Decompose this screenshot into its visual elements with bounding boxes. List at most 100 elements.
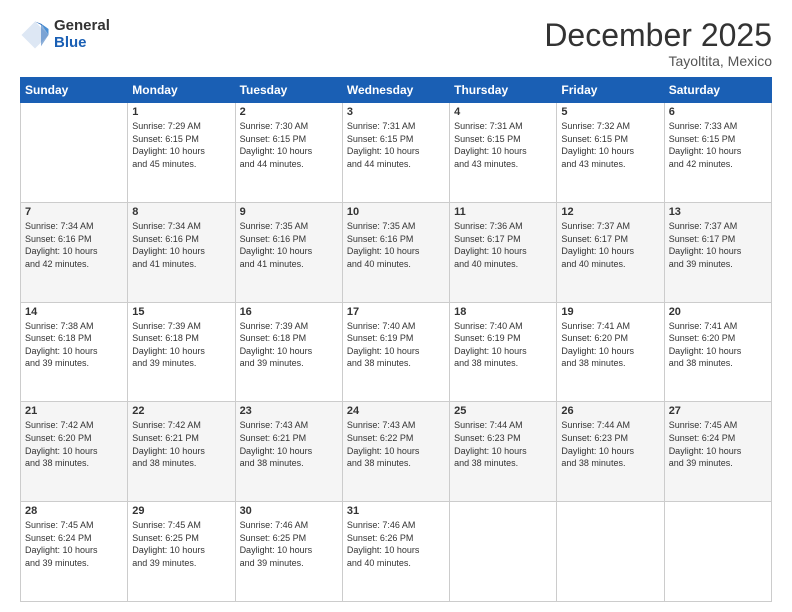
day-number: 27 [669,405,767,417]
day-info: Sunrise: 7:30 AM Sunset: 6:15 PM Dayligh… [240,120,338,170]
logo-blue-text: Blue [54,35,110,52]
day-info: Sunrise: 7:33 AM Sunset: 6:15 PM Dayligh… [669,120,767,170]
col-monday: Monday [128,78,235,103]
calendar-week-2: 7 Sunrise: 7:34 AM Sunset: 6:16 PM Daylig… [21,202,772,302]
calendar-week-5: 28Sunrise: 7:45 AM Sunset: 6:24 PM Dayli… [21,502,772,602]
calendar-cell: 7Sunrise: 7:34 AM Sunset: 6:16 PM Daylig… [21,202,128,302]
calendar-cell: 24 Sunrise: 7:43 AM Sunset: 6:22 PM Dayli… [342,402,449,502]
calendar-table: Sunday Monday Tuesday Wednesday Thursday… [20,77,772,602]
day-number: 15 [132,306,230,318]
calendar-cell: 8 Sunrise: 7:34 AM Sunset: 6:16 PM Daylig… [128,202,235,302]
col-saturday: Saturday [664,78,771,103]
calendar-cell: 25 Sunrise: 7:44 AM Sunset: 6:23 PM Dayli… [450,402,557,502]
calendar-cell: 21Sunrise: 7:42 AM Sunset: 6:20 PM Dayli… [21,402,128,502]
logo-icon [20,20,50,50]
day-info: Sunrise: 7:29 AM Sunset: 6:15 PM Dayligh… [132,120,230,170]
day-info: Sunrise: 7:43 AM Sunset: 6:21 PM Dayligh… [240,419,338,469]
calendar-cell: 9Sunrise: 7:35 AM Sunset: 6:16 PM Daylig… [235,202,342,302]
day-number: 3 [347,106,445,118]
day-number: 20 [669,306,767,318]
day-info: Sunrise: 7:43 AM Sunset: 6:22 PM Dayligh… [347,419,445,469]
logo: General Blue [20,18,110,51]
day-number: 5 [561,106,659,118]
calendar-page: General Blue December 2025 Tayoltita, Me… [0,0,792,612]
calendar-cell: 18 Sunrise: 7:40 AM Sunset: 6:19 PM Dayli… [450,302,557,402]
calendar-week-1: 1Sunrise: 7:29 AM Sunset: 6:15 PM Daylig… [21,103,772,203]
calendar-cell: 12Sunrise: 7:37 AM Sunset: 6:17 PM Dayli… [557,202,664,302]
calendar-cell: 13Sunrise: 7:37 AM Sunset: 6:17 PM Dayli… [664,202,771,302]
day-number: 13 [669,206,767,218]
col-thursday: Thursday [450,78,557,103]
day-number: 24 [347,405,445,417]
calendar-week-3: 14Sunrise: 7:38 AM Sunset: 6:18 PM Dayli… [21,302,772,402]
day-info: Sunrise: 7:42 AM Sunset: 6:21 PM Dayligh… [132,419,230,469]
calendar-cell [557,502,664,602]
day-number: 17 [347,306,445,318]
day-number: 8 [132,206,230,218]
col-wednesday: Wednesday [342,78,449,103]
day-info: Sunrise: 7:36 AM Sunset: 6:17 PM Dayligh… [454,220,552,270]
day-number: 31 [347,505,445,517]
calendar-cell: 2Sunrise: 7:30 AM Sunset: 6:15 PM Daylig… [235,103,342,203]
main-title: December 2025 [544,18,772,53]
day-info: Sunrise: 7:39 AM Sunset: 6:18 PM Dayligh… [240,320,338,370]
day-info: Sunrise: 7:35 AM Sunset: 6:16 PM Dayligh… [240,220,338,270]
day-number: 28 [25,505,123,517]
day-number: 6 [669,106,767,118]
day-info: Sunrise: 7:44 AM Sunset: 6:23 PM Dayligh… [561,419,659,469]
calendar-cell [664,502,771,602]
calendar-cell [450,502,557,602]
calendar-cell: 27 Sunrise: 7:45 AM Sunset: 6:24 PM Dayli… [664,402,771,502]
day-info: Sunrise: 7:40 AM Sunset: 6:19 PM Dayligh… [347,320,445,370]
day-number: 11 [454,206,552,218]
day-info: Sunrise: 7:46 AM Sunset: 6:25 PM Dayligh… [240,519,338,569]
day-number: 25 [454,405,552,417]
calendar-cell: 1Sunrise: 7:29 AM Sunset: 6:15 PM Daylig… [128,103,235,203]
day-info: Sunrise: 7:32 AM Sunset: 6:15 PM Dayligh… [561,120,659,170]
day-info: Sunrise: 7:40 AM Sunset: 6:19 PM Dayligh… [454,320,552,370]
calendar-cell: 26 Sunrise: 7:44 AM Sunset: 6:23 PM Dayli… [557,402,664,502]
calendar-cell [21,103,128,203]
calendar-cell: 17 Sunrise: 7:40 AM Sunset: 6:19 PM Dayli… [342,302,449,402]
day-number: 29 [132,505,230,517]
day-info: Sunrise: 7:34 AM Sunset: 6:16 PM Dayligh… [132,220,230,270]
calendar-cell: 28Sunrise: 7:45 AM Sunset: 6:24 PM Dayli… [21,502,128,602]
day-info: Sunrise: 7:39 AM Sunset: 6:18 PM Dayligh… [132,320,230,370]
top-section: General Blue December 2025 Tayoltita, Me… [20,18,772,69]
day-info: Sunrise: 7:41 AM Sunset: 6:20 PM Dayligh… [561,320,659,370]
subtitle: Tayoltita, Mexico [544,53,772,69]
day-info: Sunrise: 7:41 AM Sunset: 6:20 PM Dayligh… [669,320,767,370]
calendar-cell: 4 Sunrise: 7:31 AM Sunset: 6:15 PM Daylig… [450,103,557,203]
calendar-cell: 16 Sunrise: 7:39 AM Sunset: 6:18 PM Dayli… [235,302,342,402]
col-sunday: Sunday [21,78,128,103]
day-number: 30 [240,505,338,517]
day-number: 14 [25,306,123,318]
title-section: December 2025 Tayoltita, Mexico [544,18,772,69]
day-number: 7 [25,206,123,218]
day-info: Sunrise: 7:37 AM Sunset: 6:17 PM Dayligh… [561,220,659,270]
calendar-cell: 15 Sunrise: 7:39 AM Sunset: 6:18 PM Dayli… [128,302,235,402]
calendar-cell: 5 Sunrise: 7:32 AM Sunset: 6:15 PM Daylig… [557,103,664,203]
day-number: 26 [561,405,659,417]
day-number: 19 [561,306,659,318]
day-number: 10 [347,206,445,218]
day-info: Sunrise: 7:31 AM Sunset: 6:15 PM Dayligh… [454,120,552,170]
calendar-cell: 20 Sunrise: 7:41 AM Sunset: 6:20 PM Dayli… [664,302,771,402]
day-info: Sunrise: 7:44 AM Sunset: 6:23 PM Dayligh… [454,419,552,469]
day-info: Sunrise: 7:46 AM Sunset: 6:26 PM Dayligh… [347,519,445,569]
col-friday: Friday [557,78,664,103]
day-number: 4 [454,106,552,118]
day-info: Sunrise: 7:45 AM Sunset: 6:24 PM Dayligh… [669,419,767,469]
col-tuesday: Tuesday [235,78,342,103]
day-number: 16 [240,306,338,318]
calendar-cell: 3Sunrise: 7:31 AM Sunset: 6:15 PM Daylig… [342,103,449,203]
day-number: 18 [454,306,552,318]
calendar-cell: 19 Sunrise: 7:41 AM Sunset: 6:20 PM Dayli… [557,302,664,402]
day-number: 23 [240,405,338,417]
calendar-week-4: 21Sunrise: 7:42 AM Sunset: 6:20 PM Dayli… [21,402,772,502]
calendar-cell: 29Sunrise: 7:45 AM Sunset: 6:25 PM Dayli… [128,502,235,602]
day-info: Sunrise: 7:35 AM Sunset: 6:16 PM Dayligh… [347,220,445,270]
day-number: 21 [25,405,123,417]
calendar-cell: 6 Sunrise: 7:33 AM Sunset: 6:15 PM Daylig… [664,103,771,203]
calendar-cell: 11 Sunrise: 7:36 AM Sunset: 6:17 PM Dayli… [450,202,557,302]
